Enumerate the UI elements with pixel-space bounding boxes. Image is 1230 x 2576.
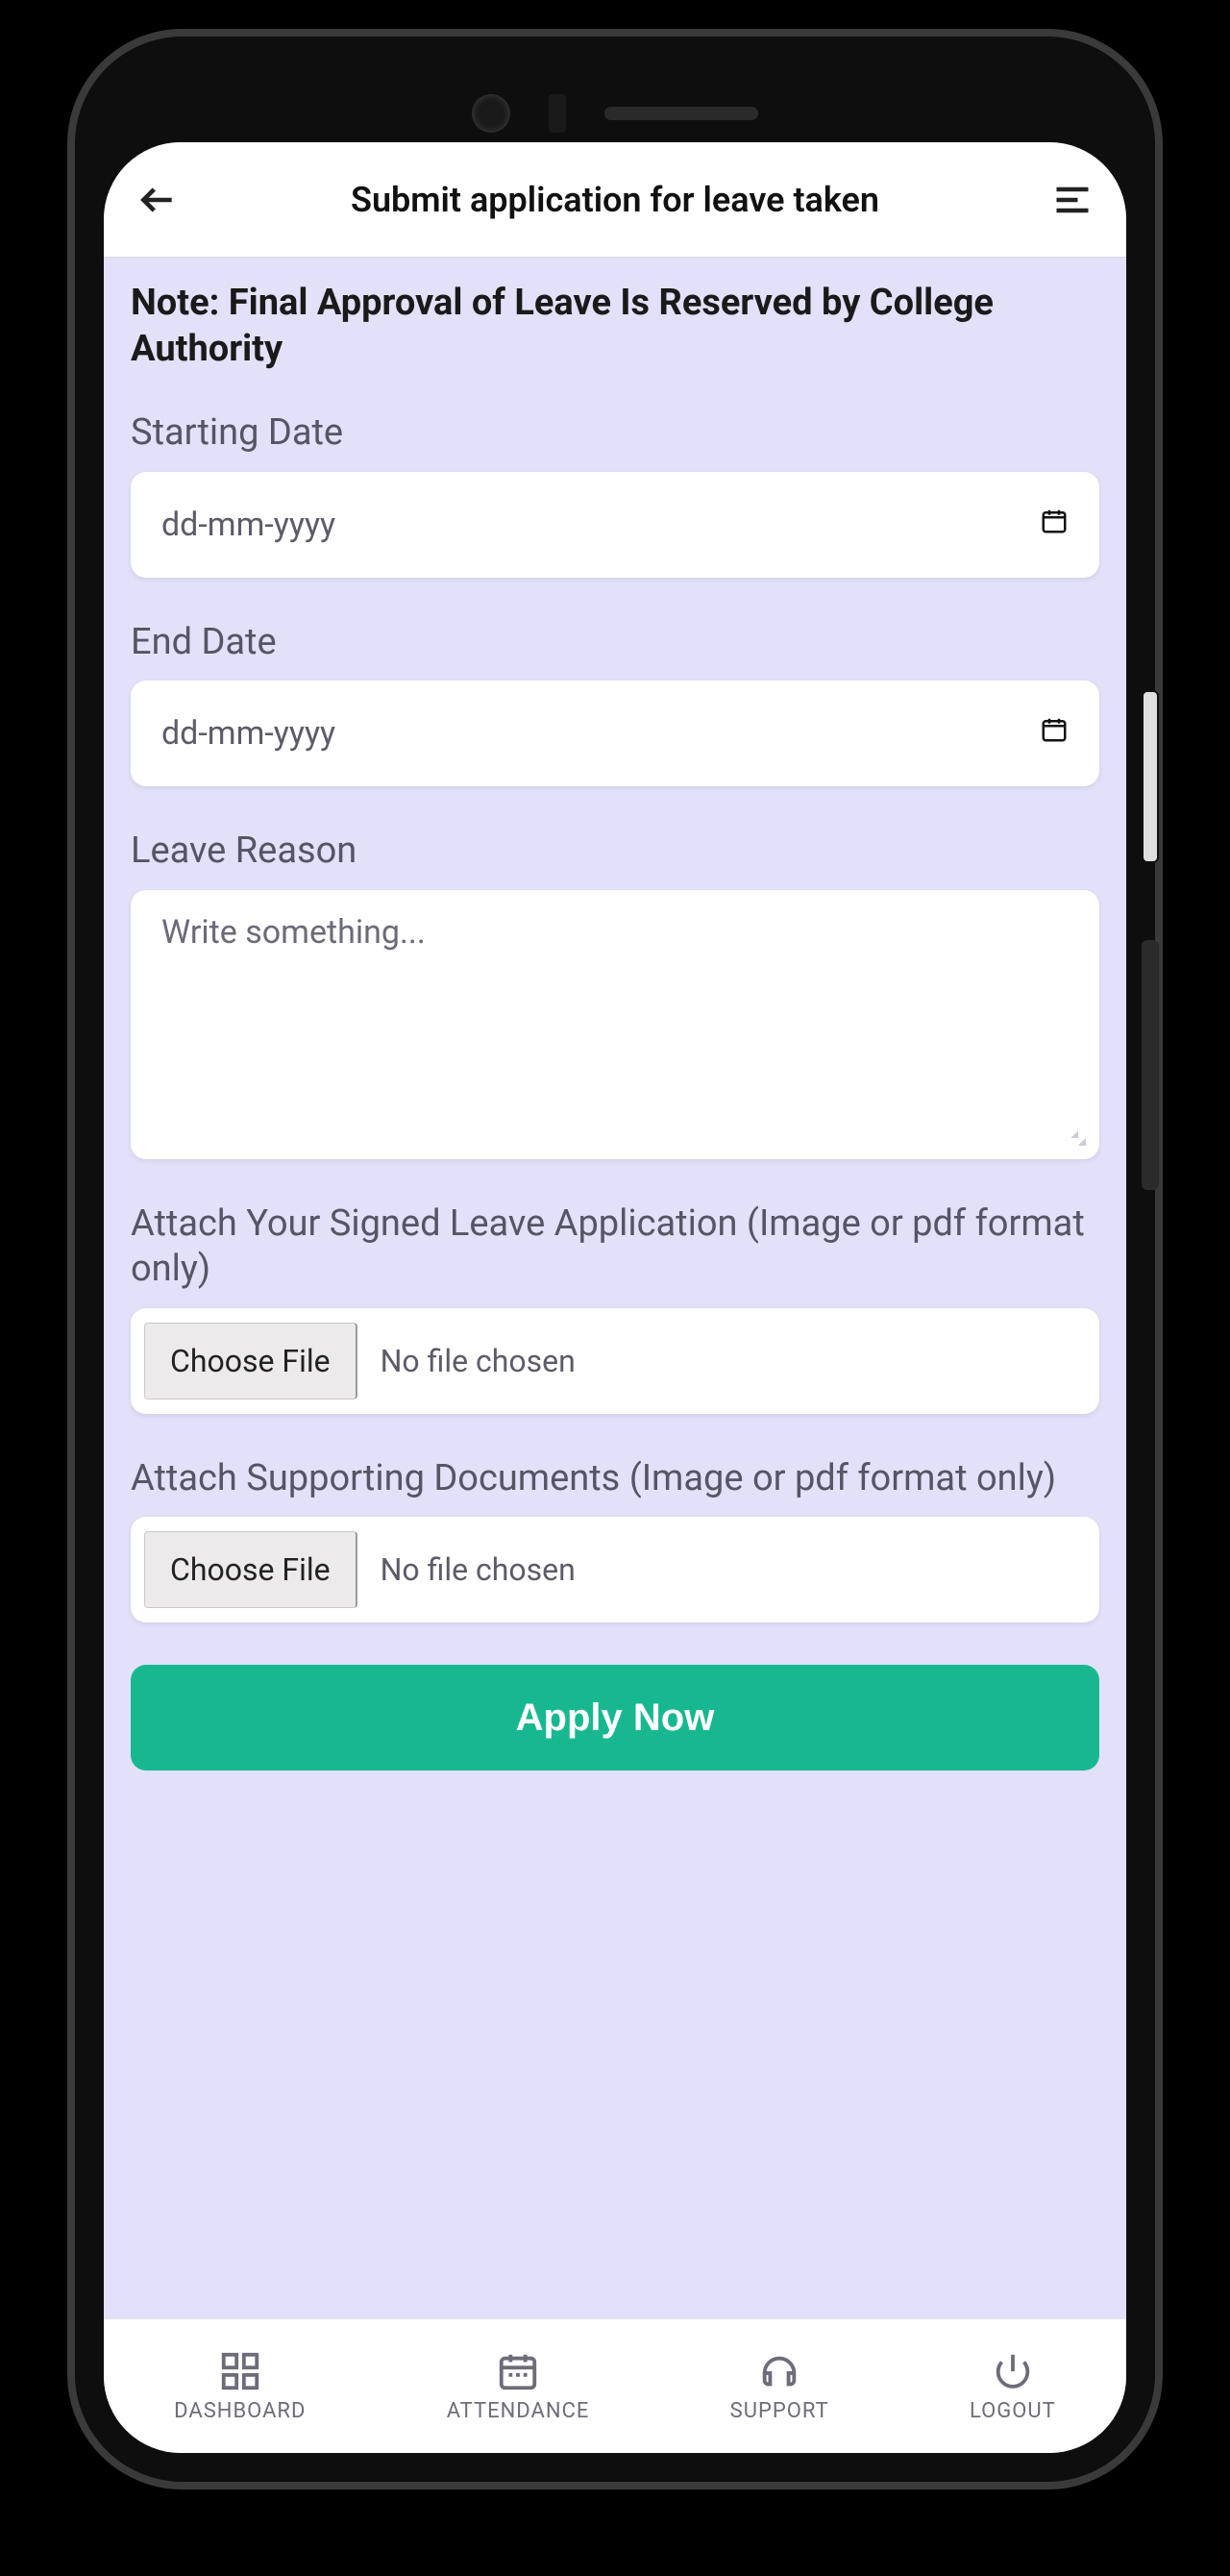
tab-label-logout: LOGOUT	[970, 2399, 1056, 2423]
apply-now-button[interactable]: Apply Now	[131, 1665, 1099, 1771]
power-icon	[991, 2349, 1035, 2393]
label-attach-signed: Attach Your Signed Leave Application (Im…	[131, 1201, 1099, 1293]
tab-support[interactable]: SUPPORT	[730, 2349, 829, 2423]
menu-icon	[1051, 179, 1094, 221]
headset-icon	[757, 2349, 801, 2393]
field-starting-date: Starting Date dd-mm-yyyy	[131, 410, 1099, 578]
choose-file-signed-button[interactable]: Choose File	[144, 1323, 357, 1399]
tab-label-dashboard: DASHBOARD	[174, 2399, 306, 2423]
choose-file-supporting-button[interactable]: Choose File	[144, 1531, 357, 1608]
menu-button[interactable]	[1044, 171, 1101, 229]
screen: Submit application for leave taken Note:…	[104, 142, 1126, 2453]
phone-frame: Submit application for leave taken Note:…	[67, 29, 1163, 2489]
phone-notch	[472, 94, 758, 133]
file-status-supporting: No file chosen	[381, 1551, 576, 1588]
tab-logout[interactable]: LOGOUT	[970, 2349, 1056, 2423]
label-leave-reason: Leave Reason	[131, 829, 1099, 875]
bottom-nav: DASHBOARD ATTENDANCE SUPPORT LOGOUT	[104, 2318, 1126, 2453]
calendar-icon	[496, 2349, 540, 2393]
textarea-leave-reason[interactable]: Write something...	[131, 890, 1099, 1159]
side-button-2	[1142, 940, 1159, 1190]
arrow-left-icon	[136, 179, 179, 221]
tab-label-attendance: ATTENDANCE	[447, 2399, 590, 2423]
placeholder-end-date: dd-mm-yyyy	[161, 714, 335, 753]
field-leave-reason: Leave Reason Write something...	[131, 829, 1099, 1159]
input-starting-date[interactable]: dd-mm-yyyy	[131, 472, 1099, 578]
tab-label-support: SUPPORT	[730, 2399, 829, 2423]
placeholder-leave-reason: Write something...	[161, 913, 426, 952]
input-end-date[interactable]: dd-mm-yyyy	[131, 681, 1099, 786]
filebox-signed: Choose File No file chosen	[131, 1308, 1099, 1414]
tab-dashboard[interactable]: DASHBOARD	[174, 2349, 306, 2423]
label-end-date: End Date	[131, 620, 1099, 666]
form-content: Note: Final Approval of Leave Is Reserve…	[104, 258, 1126, 2318]
back-button[interactable]	[129, 171, 186, 229]
calendar-icon	[1040, 714, 1069, 753]
page-title: Submit application for leave taken	[186, 180, 1044, 220]
label-attach-supporting: Attach Supporting Documents (Image or pd…	[131, 1456, 1099, 1502]
tab-attendance[interactable]: ATTENDANCE	[447, 2349, 590, 2423]
field-attach-signed: Attach Your Signed Leave Application (Im…	[131, 1201, 1099, 1414]
file-status-signed: No file chosen	[381, 1343, 576, 1379]
filebox-supporting: Choose File No file chosen	[131, 1517, 1099, 1622]
placeholder-starting-date: dd-mm-yyyy	[161, 506, 335, 544]
side-button-1	[1142, 690, 1159, 863]
note-text: Note: Final Approval of Leave Is Reserve…	[131, 281, 1099, 372]
field-end-date: End Date dd-mm-yyyy	[131, 620, 1099, 787]
grid-icon	[218, 2349, 262, 2393]
app-bar: Submit application for leave taken	[104, 142, 1126, 258]
label-starting-date: Starting Date	[131, 410, 1099, 457]
field-attach-supporting: Attach Supporting Documents (Image or pd…	[131, 1456, 1099, 1623]
calendar-icon	[1040, 506, 1069, 544]
